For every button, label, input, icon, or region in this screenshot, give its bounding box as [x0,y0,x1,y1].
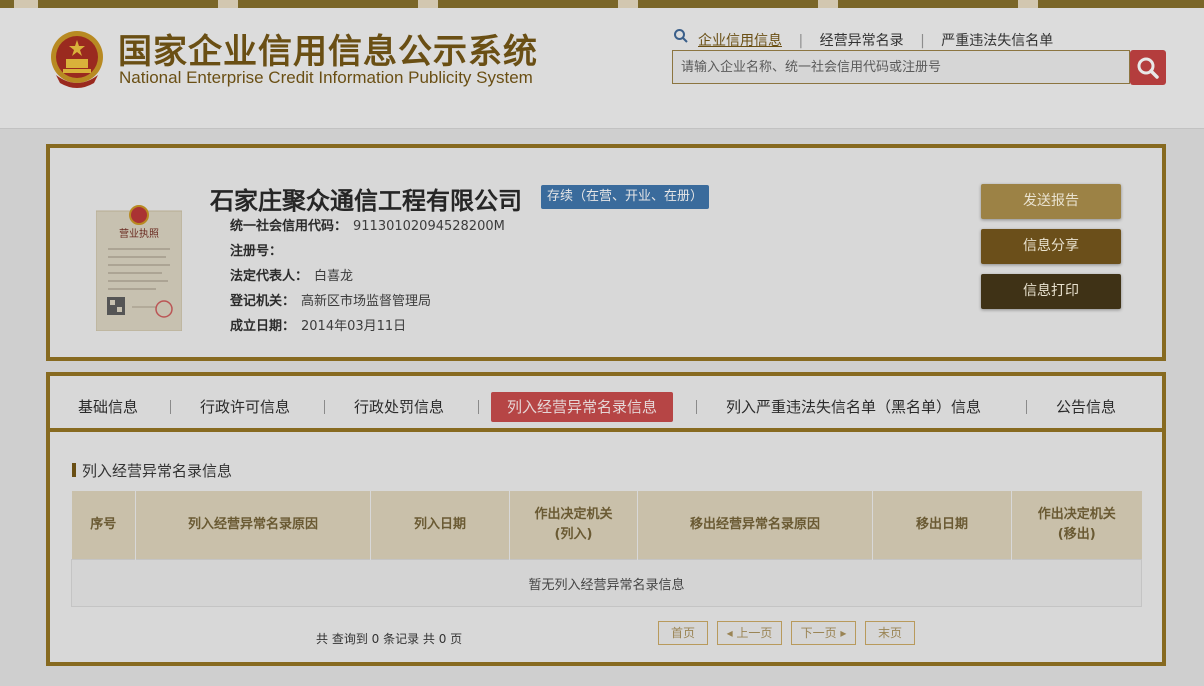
search-input[interactable] [673,51,1129,83]
site-header: 国家企业信用信息公示系统 National Enterprise Credit … [0,8,1204,129]
search-button[interactable] [1130,50,1166,85]
site-title: 国家企业信用信息公示系统 [118,32,538,72]
col-header-remove-reason: 移出经营异常名录原因 [637,491,873,560]
send-report-button[interactable]: 发送报告 [981,184,1121,219]
top-decor-strip [0,0,1204,8]
company-info: 统一社会信用代码： 91130102094528200M 注册号： 法定代表人：白… [230,218,505,343]
col-header-remove-date: 移出日期 [872,491,1012,560]
nav-separator: | [920,33,925,49]
status-badge: 存续（在营、开业、在册） [541,185,710,209]
abnormal-list-table: 序号 列入经营异常名录原因 列入日期 作出决定机关 (列入) 移出经营异常名录原… [71,491,1142,607]
tab-admin-license[interactable]: 行政许可信息 [200,392,290,422]
site-title-english: National Enterprise Credit Information P… [119,68,533,87]
info-row-legal-rep: 法定代表人： 白喜龙 [230,269,354,284]
table-header-row: 序号 列入经营异常名录原因 列入日期 作出决定机关 (列入) 移出经营异常名录原… [71,491,1142,560]
arrow-right-icon: ▸ [836,626,847,640]
table-row: 暂无列入经营异常名录信息 [71,559,1142,607]
company-card: 营业执照 石家庄聚众通信工程有限公司 存续（在营、开业、在册） 统一社会信用代码… [46,144,1166,361]
arrow-left-icon: ◂ [726,626,737,640]
col-header-add-reason: 列入经营异常名录原因 [135,491,371,560]
nav-separator: | [798,33,804,49]
section-title-bar [72,463,76,477]
col-header-index: 序号 [71,491,136,560]
tabs-panel: 基础信息 行政许可信息 行政处罚信息 列入经营异常名录信息 列入严重违法失信名单… [46,372,1166,666]
pager-last-button[interactable]: 末页 [865,621,915,645]
tab-admin-penalty[interactable]: 行政处罚信息 [354,392,444,422]
national-emblem-icon [51,31,103,88]
tab-blacklist[interactable]: 列入严重违法失信名单（黑名单）信息 [726,392,981,422]
business-license-icon: 营业执照 [96,205,182,331]
search-icon [674,29,688,43]
info-row-founded-date: 成立日期： 2014年03月11日 [230,319,407,334]
tab-separator [478,400,479,414]
svg-text:营业执照: 营业执照 [119,227,159,240]
info-row-credit-code: 统一社会信用代码： 91130102094528200M [230,219,505,234]
tab-separator [324,400,325,414]
tab-separator [170,400,171,414]
company-name: 石家庄聚众通信工程有限公司 [210,187,522,215]
pager-first-button[interactable]: 首页 [658,621,708,645]
col-header-remove-authority: 作出决定机关 (移出) [1011,491,1142,560]
empty-table-message: 暂无列入经营异常名录信息 [71,559,1142,607]
tab-announcements[interactable]: 公告信息 [1056,392,1116,422]
nav-abnormal-list[interactable]: 经营异常名录 [820,33,904,49]
tab-separator [696,400,697,414]
print-info-button[interactable]: 信息打印 [981,274,1121,309]
record-count: 共 查询到 0 条记录 共 0 页 [316,632,463,646]
nav-serious-violation-list[interactable]: 严重违法失信名单 [941,33,1053,49]
pager-prev-button[interactable]: ◂ 上一页 [717,621,782,645]
section-title: 列入经营异常名录信息 [72,460,232,481]
tab-abnormal-list[interactable]: 列入经营异常名录信息 [491,392,674,422]
info-row-reg-authority: 登记机关： 高新区市场监督管理局 [230,294,432,309]
top-nav: 企业信用信息 | 经营异常名录 | 严重违法失信名单 [698,30,1053,50]
nav-enterprise-credit[interactable]: 企业信用信息 [698,33,782,49]
col-header-add-date: 列入日期 [370,491,510,560]
tab-basic-info[interactable]: 基础信息 [78,392,138,422]
tab-bar: 基础信息 行政许可信息 行政处罚信息 列入经营异常名录信息 列入严重违法失信名单… [50,376,1162,432]
col-header-add-authority: 作出决定机关 (列入) [509,491,638,560]
search-box [672,50,1130,84]
magnifier-icon [1137,57,1159,79]
info-row-reg-number: 注册号： [230,244,283,259]
share-info-button[interactable]: 信息分享 [981,229,1121,264]
tab-separator [1026,400,1027,414]
pager-next-button[interactable]: 下一页 ▸ [791,621,856,645]
